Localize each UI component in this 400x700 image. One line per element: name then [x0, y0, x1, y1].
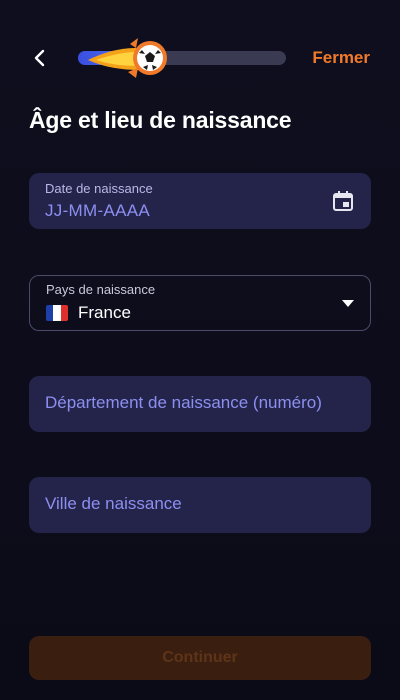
birth-country-label: Pays de naissance [46, 282, 156, 297]
birth-department-placeholder: Département de naissance (numéro) [45, 393, 322, 412]
calendar-icon[interactable] [332, 190, 354, 212]
page-title: Âge et lieu de naissance [29, 107, 292, 133]
birth-city-placeholder: Ville de naissance [45, 494, 182, 513]
close-button[interactable]: Fermer [312, 48, 370, 68]
birth-date-label: Date de naissance [45, 181, 153, 196]
screen: Fermer Âge et lieu de naissance Date de … [0, 0, 400, 700]
birth-country-select[interactable]: Pays de naissance France [29, 275, 371, 331]
soccer-ball-fire-icon [84, 36, 172, 80]
continue-button[interactable]: Continuer [29, 636, 371, 680]
back-button[interactable] [26, 44, 54, 72]
birth-country-value: France [78, 303, 131, 322]
birth-department-input[interactable]: Département de naissance (numéro) [29, 376, 371, 432]
dropdown-arrow-icon [342, 300, 354, 307]
chevron-left-icon [34, 49, 45, 67]
birth-city-input[interactable]: Ville de naissance [29, 477, 371, 533]
france-flag-icon [46, 305, 68, 321]
birth-date-field[interactable]: Date de naissance JJ-MM-AAAA [29, 173, 371, 229]
birth-date-value: JJ-MM-AAAA [45, 201, 150, 220]
